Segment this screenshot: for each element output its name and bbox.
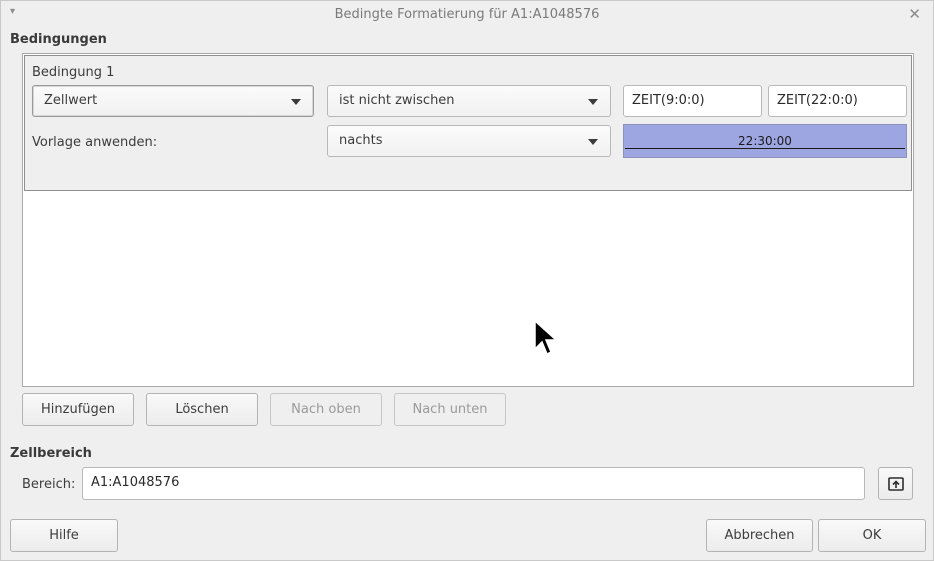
preview-underline: [625, 148, 905, 149]
apply-style-label: Vorlage anwenden:: [32, 135, 158, 150]
delete-button[interactable]: Löschen: [146, 393, 258, 426]
close-icon[interactable]: ✕: [908, 5, 921, 23]
conditions-list[interactable]: Bedingung 1 Zellwert ist nicht zwischen …: [22, 53, 914, 387]
help-button[interactable]: Hilfe: [10, 519, 118, 552]
window-title: Bedingte Formatierung für A1:A1048576: [334, 7, 600, 22]
chevron-down-icon: [588, 99, 598, 105]
operator-select[interactable]: ist nicht zwischen: [327, 85, 611, 117]
value1-input[interactable]: ZEIT(9:0:0): [623, 85, 762, 117]
range-label: Bereich:: [22, 477, 76, 492]
operator-value: ist nicht zwischen: [339, 93, 455, 108]
add-button[interactable]: Hinzufügen: [22, 393, 134, 426]
chevron-down-icon: [291, 99, 301, 105]
style-value: nachts: [339, 133, 383, 148]
condition-type-select[interactable]: Zellwert: [32, 85, 314, 117]
range-input[interactable]: A1:A1048576: [82, 467, 865, 500]
conditions-section-title: Bedingungen: [10, 32, 107, 47]
shrink-range-icon: [888, 477, 904, 491]
chevron-down-icon: [588, 139, 598, 145]
condition-label: Bedingung 1: [32, 65, 115, 80]
shrink-range-button[interactable]: [878, 467, 913, 500]
cancel-button[interactable]: Abbrechen: [706, 519, 813, 552]
cell-range-section-title: Zellbereich: [10, 446, 92, 461]
conditional-formatting-dialog: ▾ Bedingte Formatierung für A1:A1048576 …: [0, 0, 934, 561]
style-select[interactable]: nachts: [327, 125, 611, 157]
move-down-button[interactable]: Nach unten: [394, 393, 506, 426]
mouse-pointer-icon: [534, 319, 558, 356]
value2-input[interactable]: ZEIT(22:0:0): [768, 85, 907, 117]
title-bar: ▾ Bedingte Formatierung für A1:A1048576 …: [1, 1, 933, 27]
ok-button[interactable]: OK: [818, 519, 926, 552]
condition-type-value: Zellwert: [44, 93, 98, 108]
preview-text: 22:30:00: [737, 134, 793, 148]
style-preview: 22:30:00: [623, 124, 907, 158]
condition-entry[interactable]: Bedingung 1 Zellwert ist nicht zwischen …: [24, 55, 912, 191]
move-up-button[interactable]: Nach oben: [270, 393, 382, 426]
